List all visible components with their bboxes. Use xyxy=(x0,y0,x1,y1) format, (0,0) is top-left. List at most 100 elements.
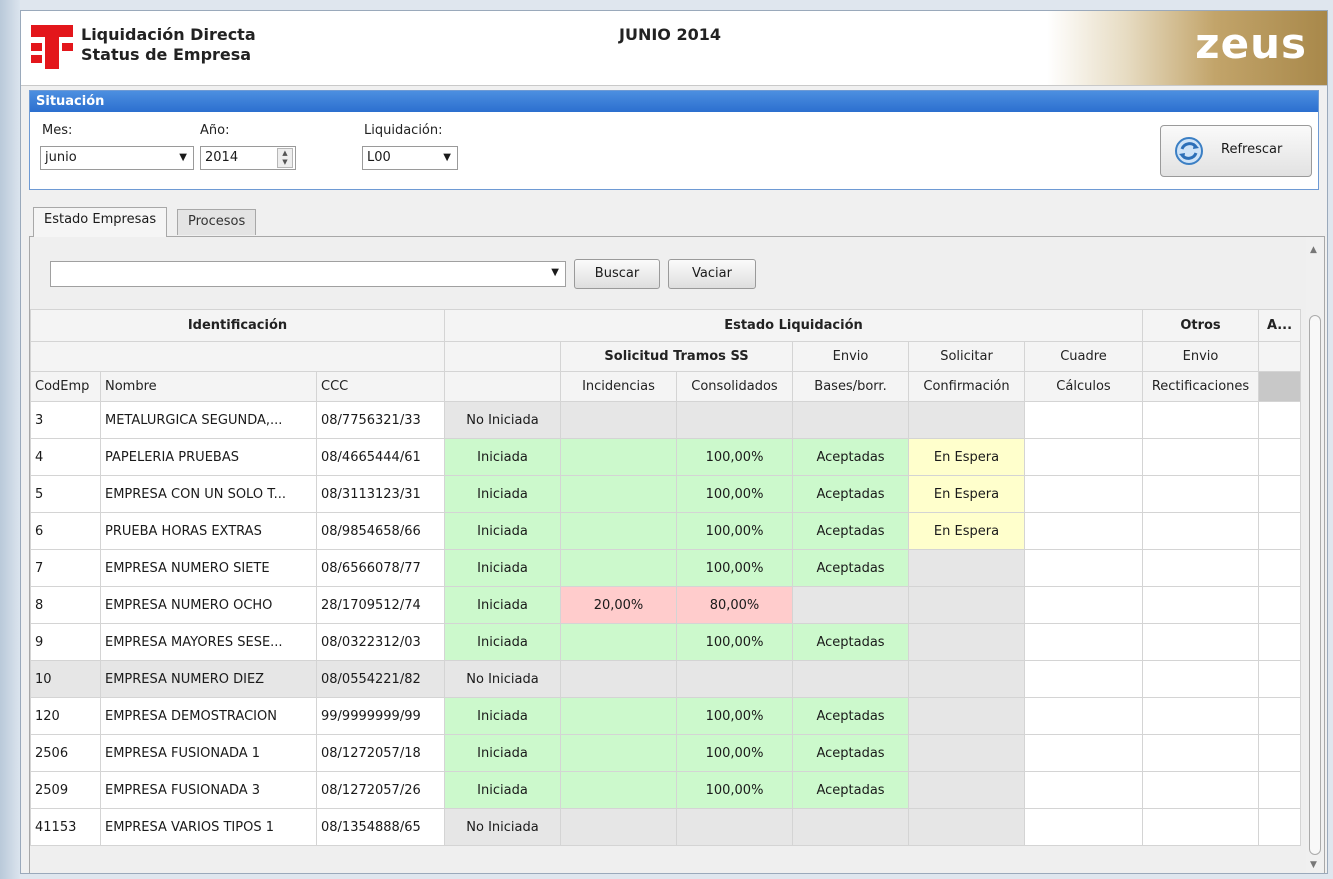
cell-incidencias xyxy=(560,808,677,846)
cell-a xyxy=(1258,475,1301,513)
col-codemp[interactable]: CodEmp xyxy=(30,371,101,402)
search-combo[interactable]: ▼ xyxy=(50,261,566,287)
cell-rectificaciones xyxy=(1142,808,1259,846)
cell-incidencias xyxy=(560,623,677,661)
table-row[interactable]: 9 EMPRESA MAYORES SESE... 08/0322312/03 Ini… xyxy=(30,623,1301,661)
cell-nombre: EMPRESA FUSIONADA 1 xyxy=(100,734,317,772)
cell-codemp: 4 xyxy=(30,438,101,476)
col-rectificaciones[interactable]: Rectificaciones xyxy=(1142,371,1259,402)
mes-select[interactable]: junio ▼ xyxy=(40,146,194,170)
group-estado-liquidacion[interactable]: Estado Liquidación xyxy=(444,309,1143,342)
col-bases[interactable]: Bases/borr. xyxy=(792,371,909,402)
col-estado[interactable] xyxy=(444,371,561,402)
cell-consolidados: 100,00% xyxy=(676,623,793,661)
cell-rectificaciones xyxy=(1142,438,1259,476)
cell-codemp: 41153 xyxy=(30,808,101,846)
cell-bases: Aceptadas xyxy=(792,623,909,661)
cell-a xyxy=(1258,734,1301,772)
cell-nombre: EMPRESA MAYORES SESE... xyxy=(100,623,317,661)
cell-estado: No Iniciada xyxy=(444,660,561,698)
table-row[interactable]: 8 EMPRESA NUMERO OCHO 28/1709512/74 Iniciad… xyxy=(30,586,1301,624)
cell-a xyxy=(1258,438,1301,476)
cell-confirmacion xyxy=(908,623,1025,661)
cell-estado: Iniciada xyxy=(444,549,561,587)
col-calculos[interactable]: Cálculos xyxy=(1024,371,1143,402)
cell-estado: No Iniciada xyxy=(444,401,561,439)
col-a[interactable] xyxy=(1258,371,1301,402)
cell-estado: Iniciada xyxy=(444,771,561,809)
cell-incidencias xyxy=(560,734,677,772)
cell-codemp: 2506 xyxy=(30,734,101,772)
sub-header-envio[interactable]: Envio xyxy=(792,341,909,372)
anio-value: 2014 xyxy=(205,150,239,165)
vaciar-button[interactable]: Vaciar xyxy=(668,259,756,289)
cell-confirmacion xyxy=(908,586,1025,624)
table-row[interactable]: 2506 EMPRESA FUSIONADA 1 08/1272057/18 Inic… xyxy=(30,734,1301,772)
group-identificacion[interactable]: Identificación xyxy=(30,309,445,342)
col-confirmacion[interactable]: Confirmación xyxy=(908,371,1025,402)
chevron-down-icon: ▼ xyxy=(551,267,559,278)
table-row[interactable]: 2509 EMPRESA FUSIONADA 3 08/1272057/26 Inic… xyxy=(30,771,1301,809)
brand-banner: zeus xyxy=(1047,11,1327,85)
liquidacion-select[interactable]: L00 ▼ xyxy=(362,146,458,170)
table-row[interactable]: 41153 EMPRESA VARIOS TIPOS 1 08/1354888/65… xyxy=(30,808,1301,846)
cell-consolidados: 100,00% xyxy=(676,438,793,476)
liquidacion-label: Liquidación: xyxy=(364,123,443,138)
sub-header-cuadre[interactable]: Cuadre xyxy=(1024,341,1143,372)
sub-header-envio-otros[interactable]: Envio xyxy=(1142,341,1259,372)
col-nombre[interactable]: Nombre xyxy=(100,371,317,402)
table-row[interactable]: 6 PRUEBA HORAS EXTRAS 08/9854658/66 Iniciad… xyxy=(30,512,1301,550)
table-row[interactable]: 7 EMPRESA NUMERO SIETE 08/6566078/77 Inicia… xyxy=(30,549,1301,587)
table-row[interactable]: 4 PAPELERIA PRUEBAS 08/4665444/61 Iniciada 1… xyxy=(30,438,1301,476)
cell-calculos xyxy=(1024,512,1143,550)
col-incidencias[interactable]: Incidencias xyxy=(560,371,677,402)
sub-header-solicitar[interactable]: Solicitar xyxy=(908,341,1025,372)
cell-bases: Aceptadas xyxy=(792,771,909,809)
tab-procesos[interactable]: Procesos xyxy=(177,209,257,235)
cell-calculos xyxy=(1024,438,1143,476)
sub-header-empty xyxy=(30,341,445,372)
sub-header-solicitud[interactable]: Solicitud Tramos SS xyxy=(560,341,793,372)
cell-estado: Iniciada xyxy=(444,475,561,513)
cell-a xyxy=(1258,549,1301,587)
scrollbar-thumb[interactable] xyxy=(1309,315,1321,855)
cell-estado: Iniciada xyxy=(444,438,561,476)
cell-codemp: 9 xyxy=(30,623,101,661)
cell-consolidados xyxy=(676,660,793,698)
scroll-up-icon[interactable]: ▲ xyxy=(1310,245,1317,255)
cell-ccc: 08/1272057/18 xyxy=(316,734,445,772)
desktop-left-edge xyxy=(0,0,20,879)
col-consolidados[interactable]: Consolidados xyxy=(676,371,793,402)
cell-ccc: 08/1272057/26 xyxy=(316,771,445,809)
anio-label: Año: xyxy=(200,123,230,138)
group-otros[interactable]: Otros xyxy=(1142,309,1259,342)
refresh-button[interactable]: Refrescar xyxy=(1160,125,1312,177)
cell-incidencias xyxy=(560,697,677,735)
cell-rectificaciones xyxy=(1142,586,1259,624)
cell-codemp: 2509 xyxy=(30,771,101,809)
vertical-scrollbar[interactable]: ▲ ▼ xyxy=(1306,237,1324,873)
scroll-down-icon[interactable]: ▼ xyxy=(1310,860,1317,870)
spinner-arrows-icon[interactable]: ▲ ▼ xyxy=(277,148,293,168)
cell-a xyxy=(1258,401,1301,439)
table-row[interactable]: 120 EMPRESA DEMOSTRACION 99/9999999/99 Inic… xyxy=(30,697,1301,735)
cell-nombre: METALURGICA SEGUNDA,... xyxy=(100,401,317,439)
group-a[interactable]: A... xyxy=(1258,309,1301,342)
cell-bases xyxy=(792,586,909,624)
cell-calculos xyxy=(1024,771,1143,809)
app-window: Liquidación Directa Status de Empresa JU… xyxy=(20,10,1328,874)
cell-confirmacion xyxy=(908,401,1025,439)
anio-spinner[interactable]: 2014 ▲ ▼ xyxy=(200,146,296,170)
sub-header-empty xyxy=(444,341,561,372)
cell-consolidados: 100,00% xyxy=(676,549,793,587)
cell-bases: Aceptadas xyxy=(792,697,909,735)
table-row[interactable]: 5 EMPRESA CON UN SOLO T... 08/3113123/31 In… xyxy=(30,475,1301,513)
table-row[interactable]: 10 EMPRESA NUMERO DIEZ 08/0554221/82 No Ini… xyxy=(30,660,1301,698)
cell-bases xyxy=(792,660,909,698)
buscar-button[interactable]: Buscar xyxy=(574,259,660,289)
liquidacion-value: L00 xyxy=(367,150,391,165)
cell-nombre: EMPRESA NUMERO OCHO xyxy=(100,586,317,624)
tab-estado-empresas[interactable]: Estado Empresas xyxy=(33,207,168,237)
table-row[interactable]: 3 METALURGICA SEGUNDA,... 08/7756321/33 No … xyxy=(30,401,1301,439)
col-ccc[interactable]: CCC xyxy=(316,371,445,402)
